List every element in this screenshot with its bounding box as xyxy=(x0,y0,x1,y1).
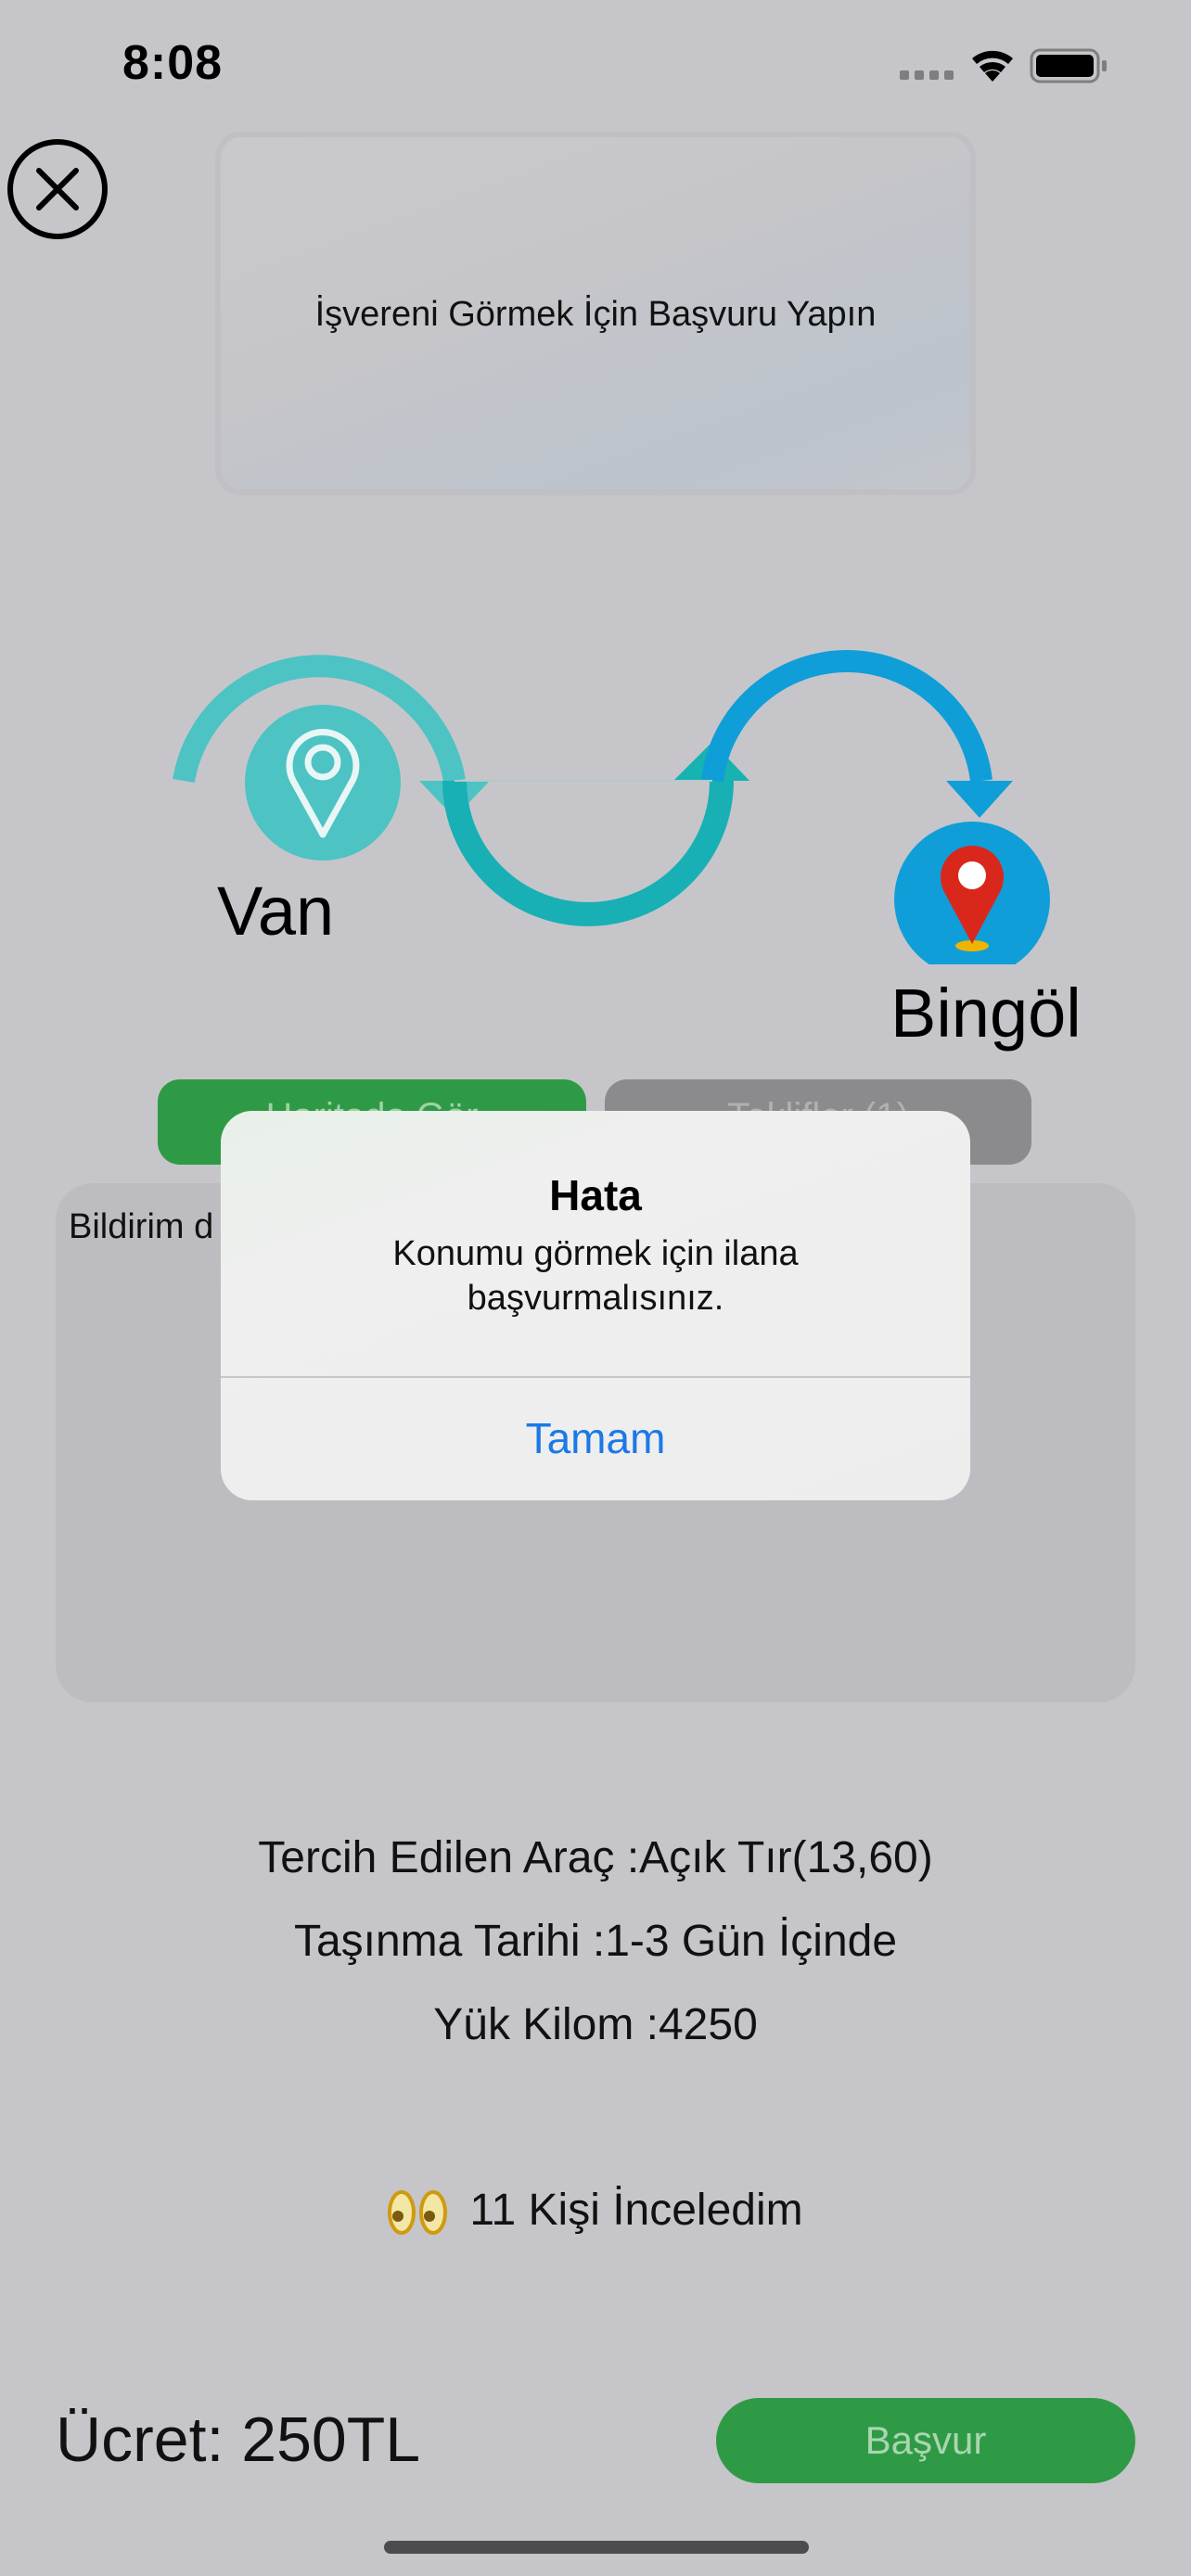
route-arrow-down-blue xyxy=(946,781,1013,818)
apply-button[interactable]: Başvur xyxy=(716,2398,1135,2483)
notification-label: Bildirim d xyxy=(69,1207,214,1246)
eyes-icon xyxy=(388,2190,448,2236)
battery-icon xyxy=(1030,48,1107,83)
route-arc-end xyxy=(701,650,992,783)
view-count: 11 Kişi İnceledim xyxy=(0,2185,1191,2237)
alert-ok-button[interactable]: Tamam xyxy=(221,1376,970,1500)
employer-card: İşvereni Görmek İçin Başvuru Yapın xyxy=(215,132,976,495)
price-label: Ücret: 250TL xyxy=(56,2404,421,2475)
close-icon xyxy=(36,168,79,210)
moving-date: Taşınma Tarihi :1-3 Gün İçinde xyxy=(293,1917,898,1966)
load-weight: Yük Kilom :4250 xyxy=(433,2000,758,2049)
view-count-text: 11 Kişi İnceledim xyxy=(469,2186,803,2235)
route-graphic xyxy=(173,650,1050,964)
home-indicator xyxy=(384,2541,809,2554)
route-arc-middle xyxy=(442,780,734,926)
error-alert-dialog: Hata Konumu görmek için ilana başvurmalı… xyxy=(221,1111,970,1500)
destination-city: Bingöl xyxy=(890,975,1082,1052)
preferred-vehicle: Tercih Edilen Araç :Açık Tır(13,60) xyxy=(258,1833,933,1882)
employer-hidden-message: İşvereni Görmek İçin Başvuru Yapın xyxy=(314,295,877,334)
wifi-icon xyxy=(972,50,1013,82)
status-icons xyxy=(900,48,1107,83)
alert-title: Hata xyxy=(549,1171,642,1219)
cellular-signal-icon xyxy=(900,70,954,80)
status-time: 8:08 xyxy=(122,36,224,90)
origin-city: Van xyxy=(217,873,335,950)
alert-message: Konumu görmek için ilana başvurmalısınız… xyxy=(392,1234,799,1318)
close-button[interactable] xyxy=(7,139,108,239)
